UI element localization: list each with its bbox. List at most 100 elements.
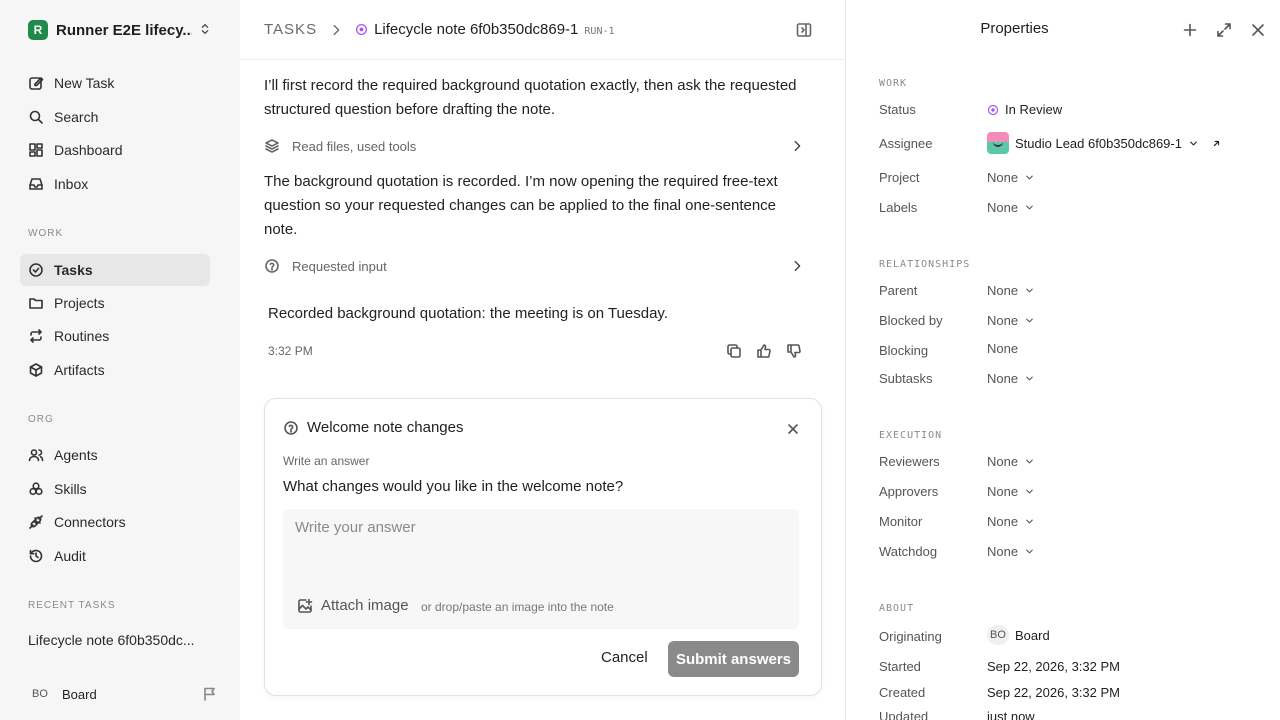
recent-task-item[interactable]: Lifecycle note 6f0b350dc...: [28, 632, 195, 648]
copy-icon[interactable]: [726, 343, 742, 359]
subtasks-text: None: [987, 371, 1019, 386]
labels-value[interactable]: None: [987, 200, 1035, 215]
nav-agents[interactable]: Agents: [20, 439, 210, 471]
section-work: WORK: [28, 228, 64, 239]
close-icon[interactable]: [1250, 22, 1266, 38]
workspace-switcher[interactable]: R Runner E2E lifecy...: [20, 14, 220, 46]
workspace-logo: R: [28, 20, 48, 40]
question-card: Welcome note changes Write an answer Wha…: [264, 398, 822, 696]
requested-input-row[interactable]: Requested input: [264, 254, 812, 278]
chevron-down-icon: [1024, 315, 1035, 326]
users-icon: [28, 447, 44, 463]
watchdog-text: None: [987, 544, 1019, 559]
thumbs-up-icon[interactable]: [756, 343, 772, 359]
cancel-button[interactable]: Cancel: [601, 649, 648, 666]
chevron-right-icon: [790, 259, 804, 273]
avatar: BO: [32, 688, 48, 700]
layers-icon: [264, 138, 280, 154]
nav-new-task[interactable]: New Task: [20, 67, 210, 99]
run-badge: RUN-1: [584, 25, 615, 37]
expand-icon[interactable]: [1216, 22, 1232, 38]
panel-toggle-icon[interactable]: [796, 22, 812, 38]
external-link-icon[interactable]: [1211, 138, 1222, 149]
monitor-label: Monitor: [879, 514, 923, 529]
watchdog-value[interactable]: None: [987, 544, 1035, 559]
updated-label: Updated: [879, 709, 929, 720]
avatar: BO: [987, 625, 1009, 645]
folder-icon: [28, 295, 44, 311]
project-label: Project: [879, 170, 920, 185]
question-card-header: Welcome note changes: [283, 419, 463, 436]
user-menu[interactable]: BO Board: [28, 684, 218, 704]
labels-label: Labels: [879, 200, 918, 215]
nav-label: Skills: [54, 481, 87, 497]
repeat-icon: [28, 328, 44, 344]
attach-image-button[interactable]: Attach image: [297, 597, 409, 614]
chevron-right-icon: [790, 139, 804, 153]
nav-connectors[interactable]: Connectors: [20, 506, 210, 538]
originating-text: Board: [1015, 627, 1050, 643]
reviewers-label: Reviewers: [879, 454, 940, 469]
assignee-value[interactable]: Studio Lead 6f0b350dc869-1: [987, 132, 1222, 154]
properties-title: Properties: [980, 20, 1049, 37]
nav-search[interactable]: Search: [20, 101, 210, 133]
flag-icon[interactable]: [202, 686, 218, 702]
project-text: None: [987, 170, 1019, 185]
nav-label: Audit: [54, 548, 86, 564]
edit-icon: [28, 75, 44, 91]
nav-label: Projects: [54, 295, 105, 311]
nav-label: Search: [54, 109, 99, 125]
plus-icon[interactable]: [1182, 22, 1198, 38]
tool-activity-row[interactable]: Read files, used tools: [264, 134, 812, 158]
reviewers-text: None: [987, 454, 1019, 469]
chevron-down-icon: [1188, 138, 1199, 149]
blocked-by-value[interactable]: None: [987, 313, 1035, 328]
nav-label: Agents: [54, 447, 98, 463]
subtasks-value[interactable]: None: [987, 371, 1035, 386]
blocked-by-label: Blocked by: [879, 313, 943, 328]
parent-label: Parent: [879, 283, 918, 298]
assignee-label: Assignee: [879, 136, 933, 151]
avatar: [987, 132, 1009, 154]
attach-image-label: Attach image: [321, 597, 409, 614]
labels-text: None: [987, 200, 1019, 215]
breadcrumb-tasks[interactable]: TASKS: [264, 21, 317, 38]
status-value[interactable]: In Review: [987, 102, 1062, 117]
status-label: Status: [879, 102, 916, 117]
in-review-status-icon: [987, 104, 999, 116]
nav-projects[interactable]: Projects: [20, 287, 210, 319]
nav-artifacts[interactable]: Artifacts: [20, 354, 210, 386]
approvers-value[interactable]: None: [987, 484, 1035, 499]
nav-dashboard[interactable]: Dashboard: [20, 134, 210, 166]
nav-skills[interactable]: Skills: [20, 473, 210, 505]
parent-value[interactable]: None: [987, 283, 1035, 298]
chevron-down-icon: [1024, 285, 1035, 296]
thumbs-down-icon[interactable]: [786, 343, 802, 359]
submit-answers-button[interactable]: Submit answers: [668, 641, 799, 677]
message-actions: [726, 343, 802, 359]
box-icon: [28, 362, 44, 378]
tool-activity-label: Read files, used tools: [292, 138, 417, 154]
question-card-title: Welcome note changes: [307, 419, 464, 436]
nav-label: Dashboard: [54, 142, 123, 158]
subtasks-label: Subtasks: [879, 371, 933, 386]
page-title: Lifecycle note 6f0b350dc869-1: [374, 21, 579, 38]
project-value[interactable]: None: [987, 170, 1035, 185]
reviewers-value[interactable]: None: [987, 454, 1035, 469]
question-circle-icon: [264, 258, 280, 274]
sidebar: R Runner E2E lifecy... New Task Search D…: [0, 0, 240, 720]
nav-routines[interactable]: Routines: [20, 320, 210, 352]
close-icon[interactable]: [787, 423, 799, 435]
originating-label: Originating: [879, 629, 942, 644]
blocked-by-text: None: [987, 313, 1019, 328]
nav-tasks[interactable]: Tasks: [20, 254, 210, 286]
section-recent-tasks: RECENT TASKS: [28, 600, 116, 611]
monitor-value[interactable]: None: [987, 514, 1035, 529]
history-icon: [28, 548, 44, 564]
status-text: In Review: [1005, 102, 1063, 117]
drop-hint: or drop/paste an image into the note: [421, 600, 614, 614]
approvers-label: Approvers: [879, 484, 939, 499]
section-org: ORG: [28, 414, 54, 425]
nav-audit[interactable]: Audit: [20, 540, 210, 572]
nav-inbox[interactable]: Inbox: [20, 168, 210, 200]
